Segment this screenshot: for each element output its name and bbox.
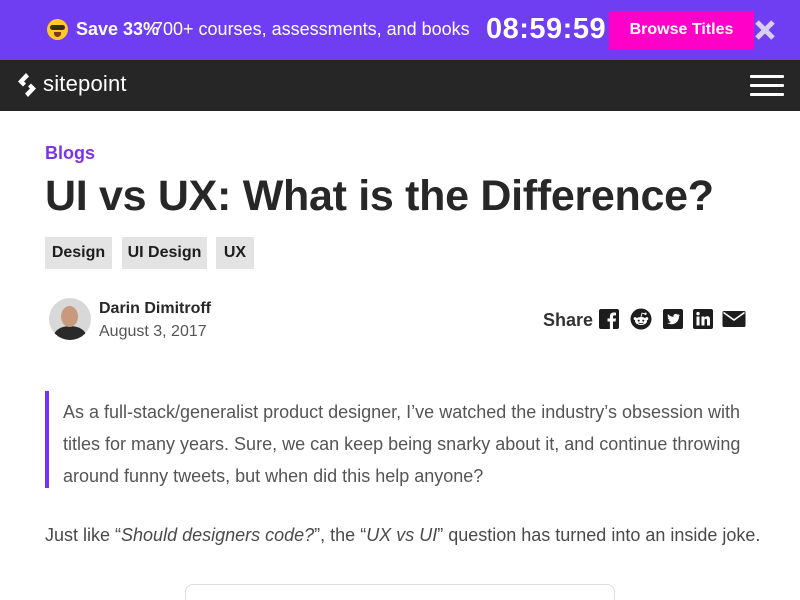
top-navigation: sitepoint [0, 60, 800, 111]
quote-line: titles for many years. Sure, we can keep… [63, 434, 741, 454]
promo-offer-text: 700+ courses, assessments, and books [153, 19, 470, 39]
article-intro-quote: As a full-stack/generalist product desig… [63, 396, 763, 492]
facebook-icon[interactable] [598, 308, 620, 330]
promo-save-text: Save 33% [76, 19, 160, 39]
sitepoint-logo-text[interactable]: sitepoint [43, 71, 127, 97]
sitepoint-logo-icon[interactable] [15, 72, 39, 98]
promo-banner: Save 33% 700+ courses, assessments, and … [0, 0, 800, 60]
embedded-tweet-card[interactable] [185, 584, 615, 600]
promo-countdown-timer: 08:59:59 [486, 13, 607, 45]
publish-date: August 3, 2017 [99, 323, 207, 340]
author-avatar[interactable] [49, 298, 91, 340]
quote-line: As a full-stack/generalist product desig… [63, 402, 741, 422]
share-label: Share [543, 310, 594, 330]
sunglasses-face-icon [47, 19, 68, 40]
article-paragraph: Just like “Should designers code?”, the … [45, 525, 761, 545]
quote-accent-bar [45, 391, 49, 488]
close-icon[interactable] [753, 18, 777, 42]
tag-design[interactable]: Design [45, 237, 112, 269]
hamburger-menu-icon[interactable] [750, 75, 784, 97]
tag-ui-design[interactable]: UI Design [122, 237, 207, 269]
category-link[interactable]: Blogs [45, 143, 95, 164]
linkedin-icon[interactable] [692, 308, 714, 330]
reddit-icon[interactable] [630, 308, 652, 330]
browse-titles-button[interactable]: Browse Titles [609, 11, 754, 49]
author-name[interactable]: Darin Dimitroff [99, 300, 211, 318]
quote-line: around funny tweets, but when did this h… [63, 466, 484, 486]
email-icon[interactable] [722, 308, 746, 330]
tag-ux[interactable]: UX [216, 237, 254, 269]
twitter-icon[interactable] [662, 308, 684, 330]
article-title: UI vs UX: What is the Difference? [45, 172, 714, 220]
